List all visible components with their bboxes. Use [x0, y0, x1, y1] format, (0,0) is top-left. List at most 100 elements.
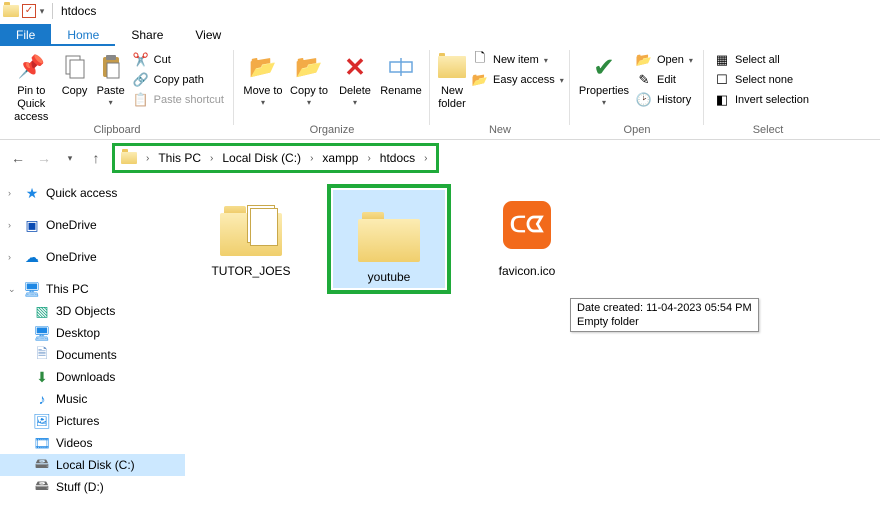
- item-label: youtube: [368, 270, 411, 284]
- breadcrumb-local-c[interactable]: Local Disk (C:): [218, 149, 305, 167]
- chevron-icon[interactable]: ›: [8, 188, 18, 198]
- downloads-icon: ⬇: [34, 369, 50, 385]
- forward-button[interactable]: →: [34, 148, 54, 168]
- copy-button[interactable]: Copy: [57, 48, 93, 98]
- qat-dropdown[interactable]: ▾: [36, 6, 48, 17]
- tab-view[interactable]: View: [179, 24, 237, 46]
- ribbon-tabs: File Home Share View: [0, 22, 880, 46]
- address-folder-icon: [121, 152, 137, 164]
- sidebar-downloads[interactable]: ⬇ Downloads: [0, 366, 185, 388]
- sidebar-this-pc[interactable]: ⌄ 🖥 This PC: [0, 278, 185, 300]
- sidebar-quick-access[interactable]: › ★ Quick access: [0, 182, 185, 204]
- delete-icon: ✕: [339, 51, 371, 83]
- move-to-button[interactable]: 📂 Move to ▾: [240, 48, 286, 107]
- invert-selection-button[interactable]: ◧ Invert selection: [710, 91, 813, 109]
- drive-icon: 🖴: [34, 479, 50, 495]
- pin-quick-access-button[interactable]: 📌 Pin to Quick access: [6, 48, 57, 124]
- breadcrumb-this-pc[interactable]: This PC: [154, 149, 205, 167]
- edit-icon: ✎: [636, 72, 652, 88]
- sidebar-videos[interactable]: 🎞 Videos: [0, 432, 185, 454]
- folder-content[interactable]: TUTOR_JOES youtube ᑕᗧ favicon.ico Date c…: [185, 176, 880, 532]
- group-new: New folder 🗋 New item ▾ 📂 Easy access ▾ …: [430, 46, 570, 139]
- folder-icon: [352, 196, 426, 266]
- group-label-select: Select: [710, 124, 826, 138]
- chevron-icon[interactable]: ›: [8, 220, 18, 230]
- paste-icon: [95, 51, 127, 83]
- breadcrumb-xampp[interactable]: xampp: [318, 149, 362, 167]
- sidebar-desktop[interactable]: 🖥 Desktop: [0, 322, 185, 344]
- select-all-icon: ▦: [714, 52, 730, 68]
- chevron-icon[interactable]: ›: [207, 153, 216, 164]
- tab-home[interactable]: Home: [51, 24, 115, 46]
- chevron-icon[interactable]: ›: [143, 153, 152, 164]
- new-folder-button[interactable]: New folder: [436, 48, 468, 111]
- qat-checkbox[interactable]: ✓: [22, 4, 36, 18]
- invert-icon: ◧: [714, 92, 730, 108]
- chevron-icon[interactable]: ›: [307, 153, 316, 164]
- chevron-down-icon[interactable]: ⌄: [8, 284, 18, 295]
- item-tutor-joes[interactable]: TUTOR_JOES: [195, 184, 307, 282]
- group-organize: 📂 Move to ▾ 📂 Copy to ▾ ✕ Delete ▾ Renam…: [234, 46, 430, 139]
- chevron-icon[interactable]: ›: [364, 153, 373, 164]
- select-none-button[interactable]: ☐ Select none: [710, 71, 813, 89]
- properties-icon: ✔: [588, 51, 620, 83]
- item-favicon[interactable]: ᑕᗧ favicon.ico: [471, 184, 583, 282]
- breadcrumb-htdocs[interactable]: htdocs: [376, 149, 419, 167]
- quick-access-toolbar: ✓ ▾ htdocs: [0, 0, 96, 22]
- star-icon: ★: [24, 185, 40, 201]
- easy-access-button[interactable]: 📂 Easy access ▾: [468, 71, 568, 89]
- edit-button[interactable]: ✎ Edit: [632, 71, 697, 89]
- sidebar-3d-objects[interactable]: ▧ 3D Objects: [0, 300, 185, 322]
- copy-path-button[interactable]: 🔗 Copy path: [129, 71, 228, 89]
- title-bar: ✓ ▾ htdocs: [0, 0, 880, 22]
- address-bar-highlight: › This PC › Local Disk (C:) › xampp › ht…: [112, 143, 439, 173]
- navigation-bar: ← → ▾ ↑ › This PC › Local Disk (C:) › xa…: [0, 140, 880, 176]
- history-icon: 🕑: [636, 92, 652, 108]
- group-label-organize: Organize: [240, 124, 424, 138]
- item-youtube[interactable]: youtube: [333, 190, 445, 288]
- videos-icon: 🎞: [34, 435, 50, 451]
- easy-access-icon: 📂: [472, 72, 488, 88]
- sidebar-onedrive-1[interactable]: › ▣ OneDrive: [0, 214, 185, 236]
- sidebar-local-disk-c[interactable]: 🖴 Local Disk (C:): [0, 454, 185, 476]
- group-open: ✔ Properties ▾ 📂 Open ▾ ✎ Edit 🕑 History: [570, 46, 704, 139]
- desktop-icon: 🖥: [34, 325, 50, 341]
- tooltip-line: Empty folder: [577, 315, 752, 329]
- back-button[interactable]: ←: [8, 148, 28, 168]
- tooltip-line: Date created: 11-04-2023 05:54 PM: [577, 301, 752, 315]
- sidebar-pictures[interactable]: 🖼 Pictures: [0, 410, 185, 432]
- copy-to-icon: 📂: [293, 51, 325, 83]
- up-button[interactable]: ↑: [86, 148, 106, 168]
- select-all-button[interactable]: ▦ Select all: [710, 51, 813, 69]
- navigation-pane: › ★ Quick access › ▣ OneDrive › ☁ OneDri…: [0, 176, 185, 532]
- tab-share[interactable]: Share: [115, 24, 179, 46]
- properties-button[interactable]: ✔ Properties ▾: [576, 48, 632, 107]
- scissors-icon: ✂️: [133, 52, 149, 68]
- rename-icon: [385, 51, 417, 83]
- delete-button[interactable]: ✕ Delete ▾: [332, 48, 378, 107]
- sidebar-onedrive-2[interactable]: › ☁ OneDrive: [0, 246, 185, 268]
- sidebar-music[interactable]: ♪ Music: [0, 388, 185, 410]
- paste-shortcut-button[interactable]: 📋 Paste shortcut: [129, 91, 228, 109]
- sidebar-stuff-d[interactable]: 🖴 Stuff (D:): [0, 476, 185, 498]
- open-button[interactable]: 📂 Open ▾: [632, 51, 697, 69]
- drive-icon: 🖴: [34, 457, 50, 473]
- window-title: htdocs: [57, 4, 96, 18]
- rename-button[interactable]: Rename: [378, 48, 424, 98]
- copy-icon: [59, 51, 91, 83]
- recent-locations-dropdown[interactable]: ▾: [60, 148, 80, 168]
- tab-file[interactable]: File: [0, 24, 51, 46]
- chevron-icon[interactable]: ›: [8, 252, 18, 262]
- cut-button[interactable]: ✂️ Cut: [129, 51, 228, 69]
- new-item-button[interactable]: 🗋 New item ▾: [468, 51, 568, 69]
- copy-to-button[interactable]: 📂 Copy to ▾: [286, 48, 332, 107]
- ribbon: 📌 Pin to Quick access Copy Paste ▾ ✂️: [0, 46, 880, 140]
- sidebar-documents[interactable]: 🗎 Documents: [0, 344, 185, 366]
- group-label-clipboard: Clipboard: [6, 124, 228, 138]
- chevron-icon[interactable]: ›: [421, 153, 430, 164]
- item-label: favicon.ico: [499, 264, 556, 278]
- paste-button[interactable]: Paste ▾: [93, 48, 129, 107]
- history-button[interactable]: 🕑 History: [632, 91, 697, 109]
- folder-icon: [214, 190, 288, 260]
- qat-folder-icon[interactable]: [0, 0, 22, 22]
